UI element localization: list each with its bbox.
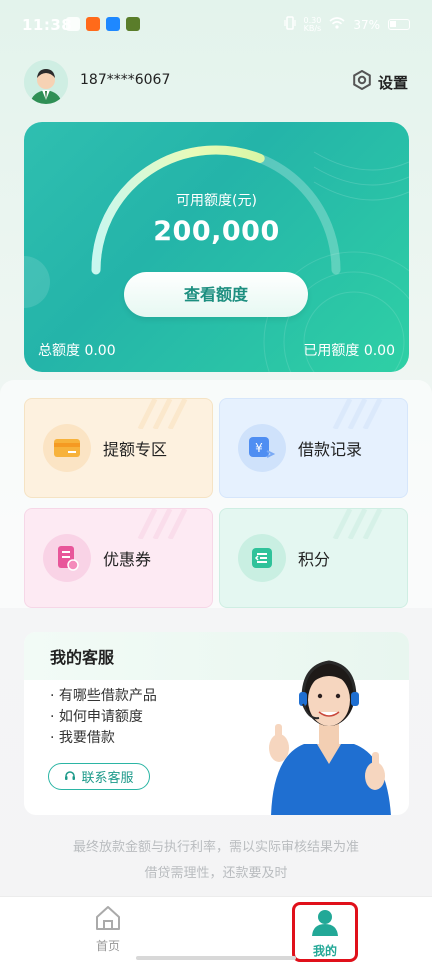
yuan-record-icon: ¥ [238, 424, 286, 472]
contact-service-button[interactable]: 联系客服 [48, 763, 150, 790]
points-icon [238, 534, 286, 582]
app-notification-icon [106, 17, 120, 31]
settings-label: 设置 [377, 73, 408, 92]
faq-item[interactable]: · 我要借款 [50, 728, 157, 749]
avatar[interactable] [24, 60, 68, 104]
app-notification-icon [126, 17, 140, 31]
vibrate-icon [283, 16, 296, 33]
status-time: 11:38 [22, 16, 73, 34]
feature-label: 提额专区 [103, 440, 168, 459]
feature-points[interactable]: 积分 [219, 508, 408, 608]
quota-card: 可用额度(元) 200,000 查看额度 总额度 0.00 已用额度 0.00 [24, 122, 409, 372]
feature-label: 优惠券 [103, 550, 152, 569]
app-notification-icon [66, 17, 80, 31]
view-quota-button[interactable]: 查看额度 [124, 272, 308, 317]
coupon-icon [43, 534, 91, 582]
stripes-decoration [137, 399, 188, 429]
service-agent-illustration [269, 660, 391, 815]
status-bar: 11:38 0.30 KB/s 37% [0, 0, 432, 50]
feature-raise-quota[interactable]: 提额专区 [24, 398, 213, 498]
gear-icon [352, 69, 372, 94]
notification-icons [66, 17, 140, 31]
stripes-decoration [137, 509, 188, 539]
quota-gauge-arc [91, 145, 265, 275]
service-faq-list: · 有哪些借款产品 · 如何申请额度 · 我要借款 [50, 686, 157, 749]
available-quota-amount: 200,000 [153, 216, 280, 247]
net-speed-unit: KB/s [303, 23, 322, 33]
nav-mine-label: 我的 [312, 944, 337, 958]
faq-item[interactable]: · 如何申请额度 [50, 707, 157, 728]
settings-button[interactable]: 设置 [352, 69, 408, 94]
feature-label: 积分 [298, 550, 331, 569]
available-quota-label: 可用额度(元) [176, 193, 257, 209]
app-notification-icon [86, 17, 100, 31]
disclaimer-line: 最终放款金额与执行利率，需以实际审核结果为准 [72, 840, 359, 855]
nav-mine[interactable]: 我的 [292, 902, 358, 962]
user-icon [310, 910, 340, 941]
nav-home[interactable]: 首页 [78, 905, 138, 954]
bottom-navigation: 首页 我的 [0, 896, 432, 964]
stripes-decoration [332, 399, 383, 429]
status-right: 0.30 KB/s 37% [283, 16, 410, 33]
feature-loan-records[interactable]: ¥ 借款记录 [219, 398, 408, 498]
headset-icon [64, 769, 76, 785]
contact-service-label: 联系客服 [81, 771, 134, 786]
customer-service-panel: 我的客服 · 有哪些借款产品 · 如何申请额度 · 我要借款 联系客服 [24, 632, 409, 815]
battery-percent: 37% [353, 17, 380, 32]
service-title: 我的客服 [50, 648, 115, 667]
svg-text:¥: ¥ [255, 441, 263, 455]
wifi-icon [329, 17, 345, 32]
total-quota: 总额度 0.00 [38, 343, 116, 359]
used-quota: 已用额度 0.00 [303, 343, 395, 359]
net-speed: 0.30 KB/s [303, 16, 322, 33]
home-indicator [136, 956, 296, 960]
card-icon [43, 424, 91, 472]
feature-coupons[interactable]: 优惠券 [24, 508, 213, 608]
home-icon [94, 906, 122, 935]
faq-item[interactable]: · 有哪些借款产品 [50, 686, 157, 707]
phone-number: 187****6067 [80, 72, 171, 88]
disclaimer-line: 借贷需理性，还款要及时 [144, 866, 288, 881]
battery-icon [388, 19, 410, 30]
card-decoration [24, 145, 409, 372]
nav-home-label: 首页 [95, 939, 120, 953]
stripes-decoration [332, 509, 383, 539]
feature-label: 借款记录 [298, 440, 363, 459]
